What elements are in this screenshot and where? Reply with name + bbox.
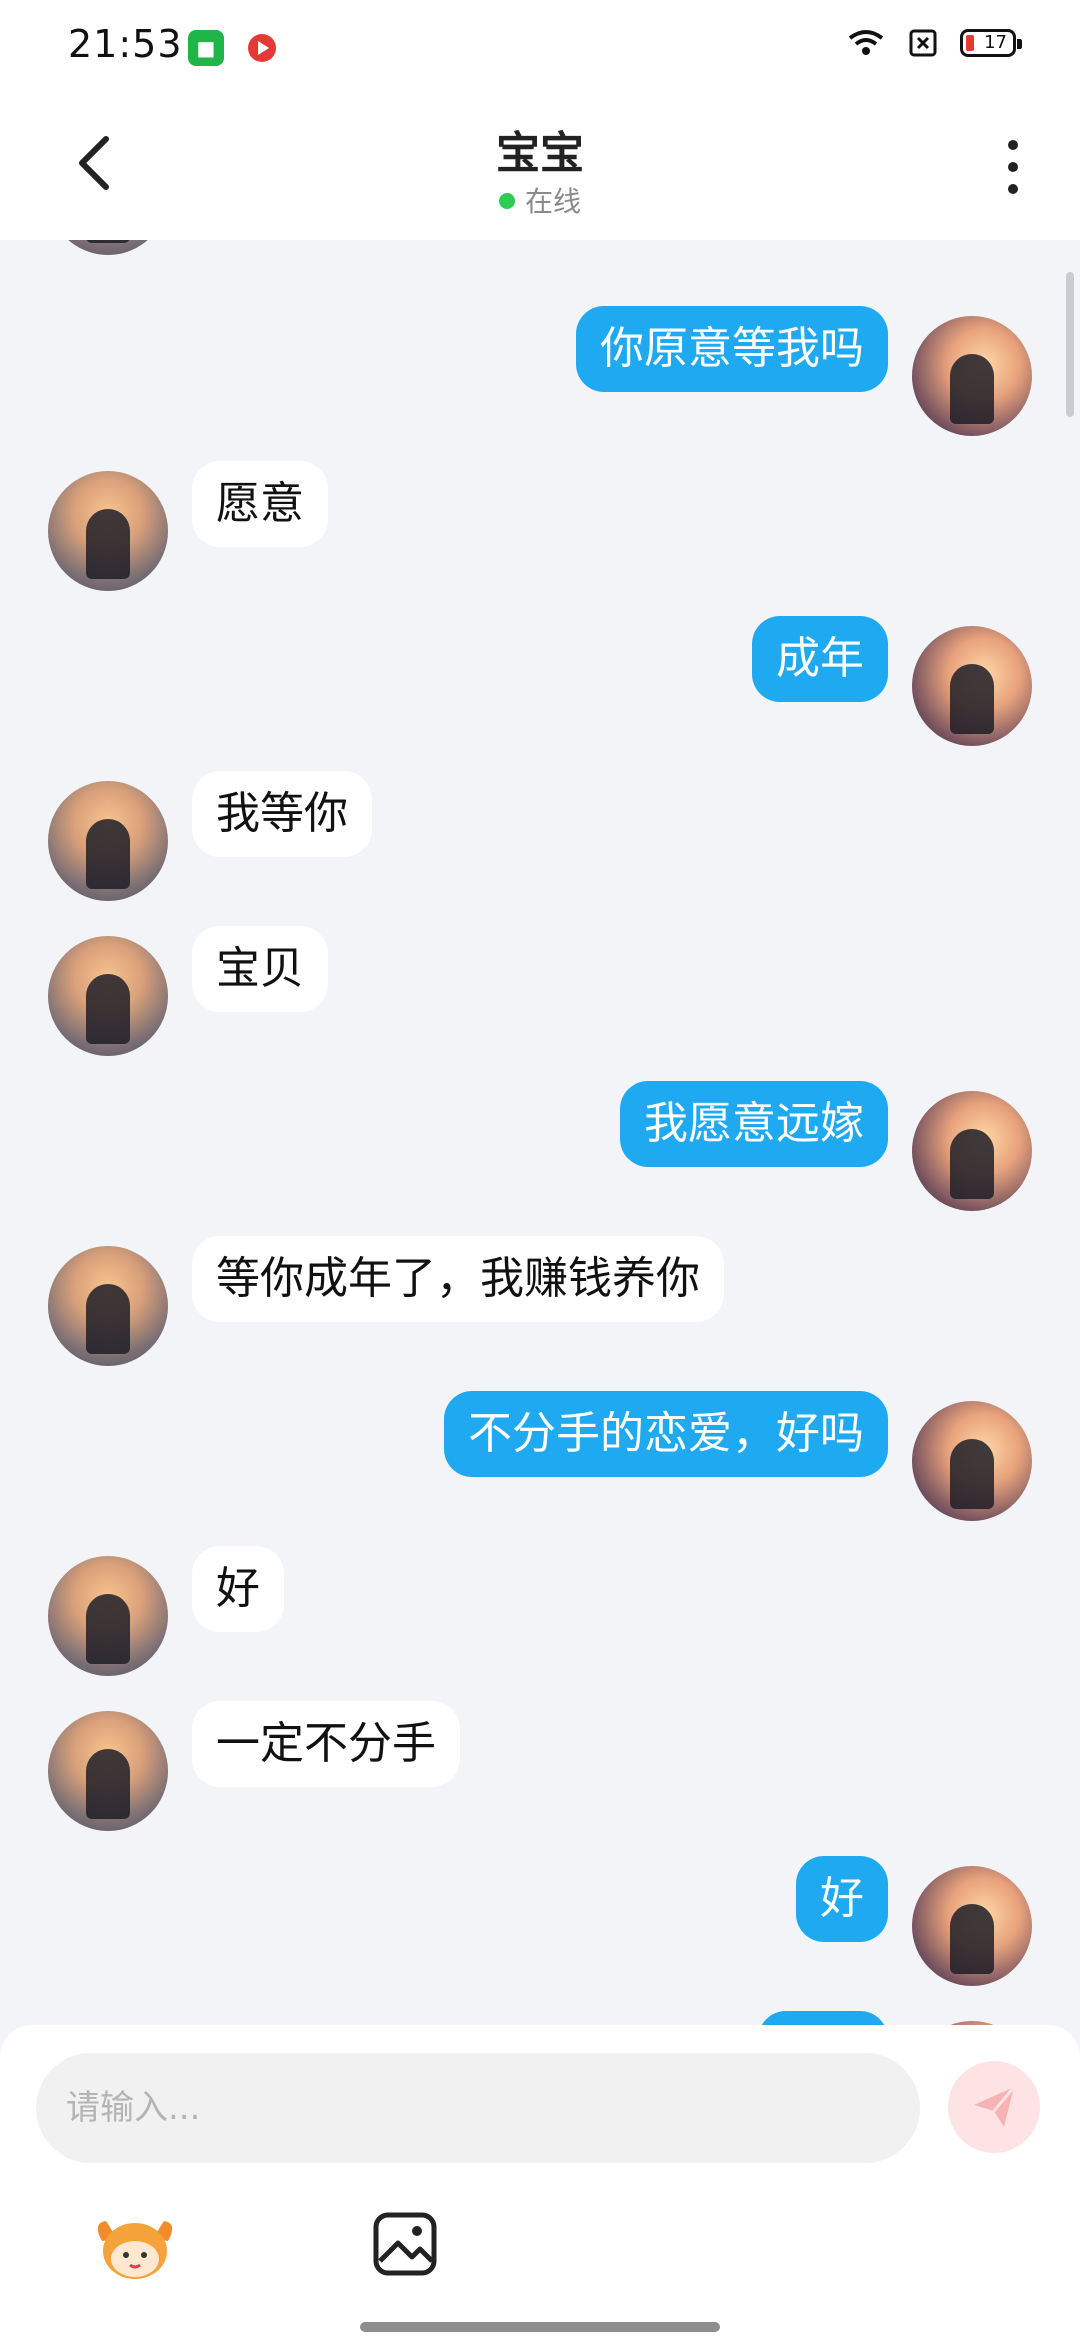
record-icon <box>248 34 276 62</box>
message-row: 等你成年了，我赚钱养你 <box>0 1236 1080 1366</box>
message-list[interactable]: 你原意等我吗 愿意 成年 我等你 宝贝 我愿意远嫁 等你成年了，我赚钱养你 不分… <box>0 240 1080 2025</box>
contact-name: 宝宝 <box>496 128 584 179</box>
avatar[interactable] <box>912 1401 1032 1521</box>
message-input[interactable]: 请输入... <box>36 2053 920 2163</box>
avatar[interactable] <box>912 626 1032 746</box>
scrollbar[interactable] <box>1066 272 1074 417</box>
message-bubble[interactable]: 我等你 <box>192 771 372 857</box>
message-bubble[interactable]: 我愿意远嫁 <box>620 1081 888 1167</box>
chat-header: 宝宝 在线 <box>0 95 1080 240</box>
message-row: 不分手的恋爱，好吗 <box>0 1391 1080 1521</box>
no-sim-icon <box>909 29 937 57</box>
message-bubble[interactable]: 成年 <box>752 616 888 702</box>
message-row: 我愿意远嫁 <box>0 1081 1080 1211</box>
message-row: 你原意等我吗 <box>0 306 1080 436</box>
message-row: 成年 <box>0 616 1080 746</box>
more-options-icon[interactable] <box>998 137 1028 197</box>
avatar[interactable] <box>48 240 168 255</box>
battery-level: 17 <box>984 32 1007 53</box>
message-row: 愿意 <box>0 461 1080 591</box>
message-bubble[interactable] <box>758 2011 888 2025</box>
avatar[interactable] <box>912 1866 1032 1986</box>
message-row: 好 <box>0 1856 1080 1986</box>
message-bubble[interactable]: 宝贝 <box>192 926 328 1012</box>
avatar[interactable] <box>912 1091 1032 1211</box>
message-bubble[interactable]: 等你成年了，我赚钱养你 <box>192 1236 724 1322</box>
message-bubble[interactable]: 一定不分手 <box>192 1701 460 1787</box>
shopping-bag-icon: ■ <box>188 30 224 66</box>
message-row: 宝贝 <box>0 926 1080 1056</box>
composer: 请输入... <box>0 2025 1080 2340</box>
message-bubble[interactable]: 好 <box>796 1856 888 1942</box>
avatar[interactable] <box>48 781 168 901</box>
avatar[interactable] <box>48 936 168 1056</box>
wifi-icon <box>848 30 884 55</box>
avatar[interactable] <box>48 471 168 591</box>
presence-status: 在线 <box>0 180 1080 220</box>
status-time: 21:53 <box>68 22 183 66</box>
avatar[interactable] <box>48 1556 168 1676</box>
avatar[interactable] <box>48 1711 168 1831</box>
online-dot-icon <box>498 193 515 209</box>
message-bubble[interactable]: 你原意等我吗 <box>576 306 888 392</box>
send-icon <box>974 2086 1016 2127</box>
presence-label: 在线 <box>524 185 581 218</box>
battery-icon: 17 <box>960 29 1022 57</box>
message-row: 我等你 <box>0 771 1080 901</box>
image-gallery-icon[interactable] <box>370 2209 440 2279</box>
message-bubble[interactable]: 愿意 <box>192 461 328 547</box>
status-bar: 21:53 ■ 17 <box>0 0 1080 95</box>
send-button[interactable] <box>948 2061 1040 2153</box>
message-bubble[interactable]: 不分手的恋爱，好吗 <box>444 1391 888 1477</box>
avatar[interactable] <box>48 1246 168 1366</box>
avatar[interactable] <box>912 316 1032 436</box>
message-row: 好 <box>0 1546 1080 1676</box>
message-row: 一定不分手 <box>0 1701 1080 1831</box>
mascot-emoji-icon[interactable] <box>92 2213 178 2283</box>
message-bubble[interactable]: 好 <box>192 1546 284 1632</box>
message-row <box>0 240 1080 255</box>
home-indicator[interactable] <box>360 2322 720 2332</box>
